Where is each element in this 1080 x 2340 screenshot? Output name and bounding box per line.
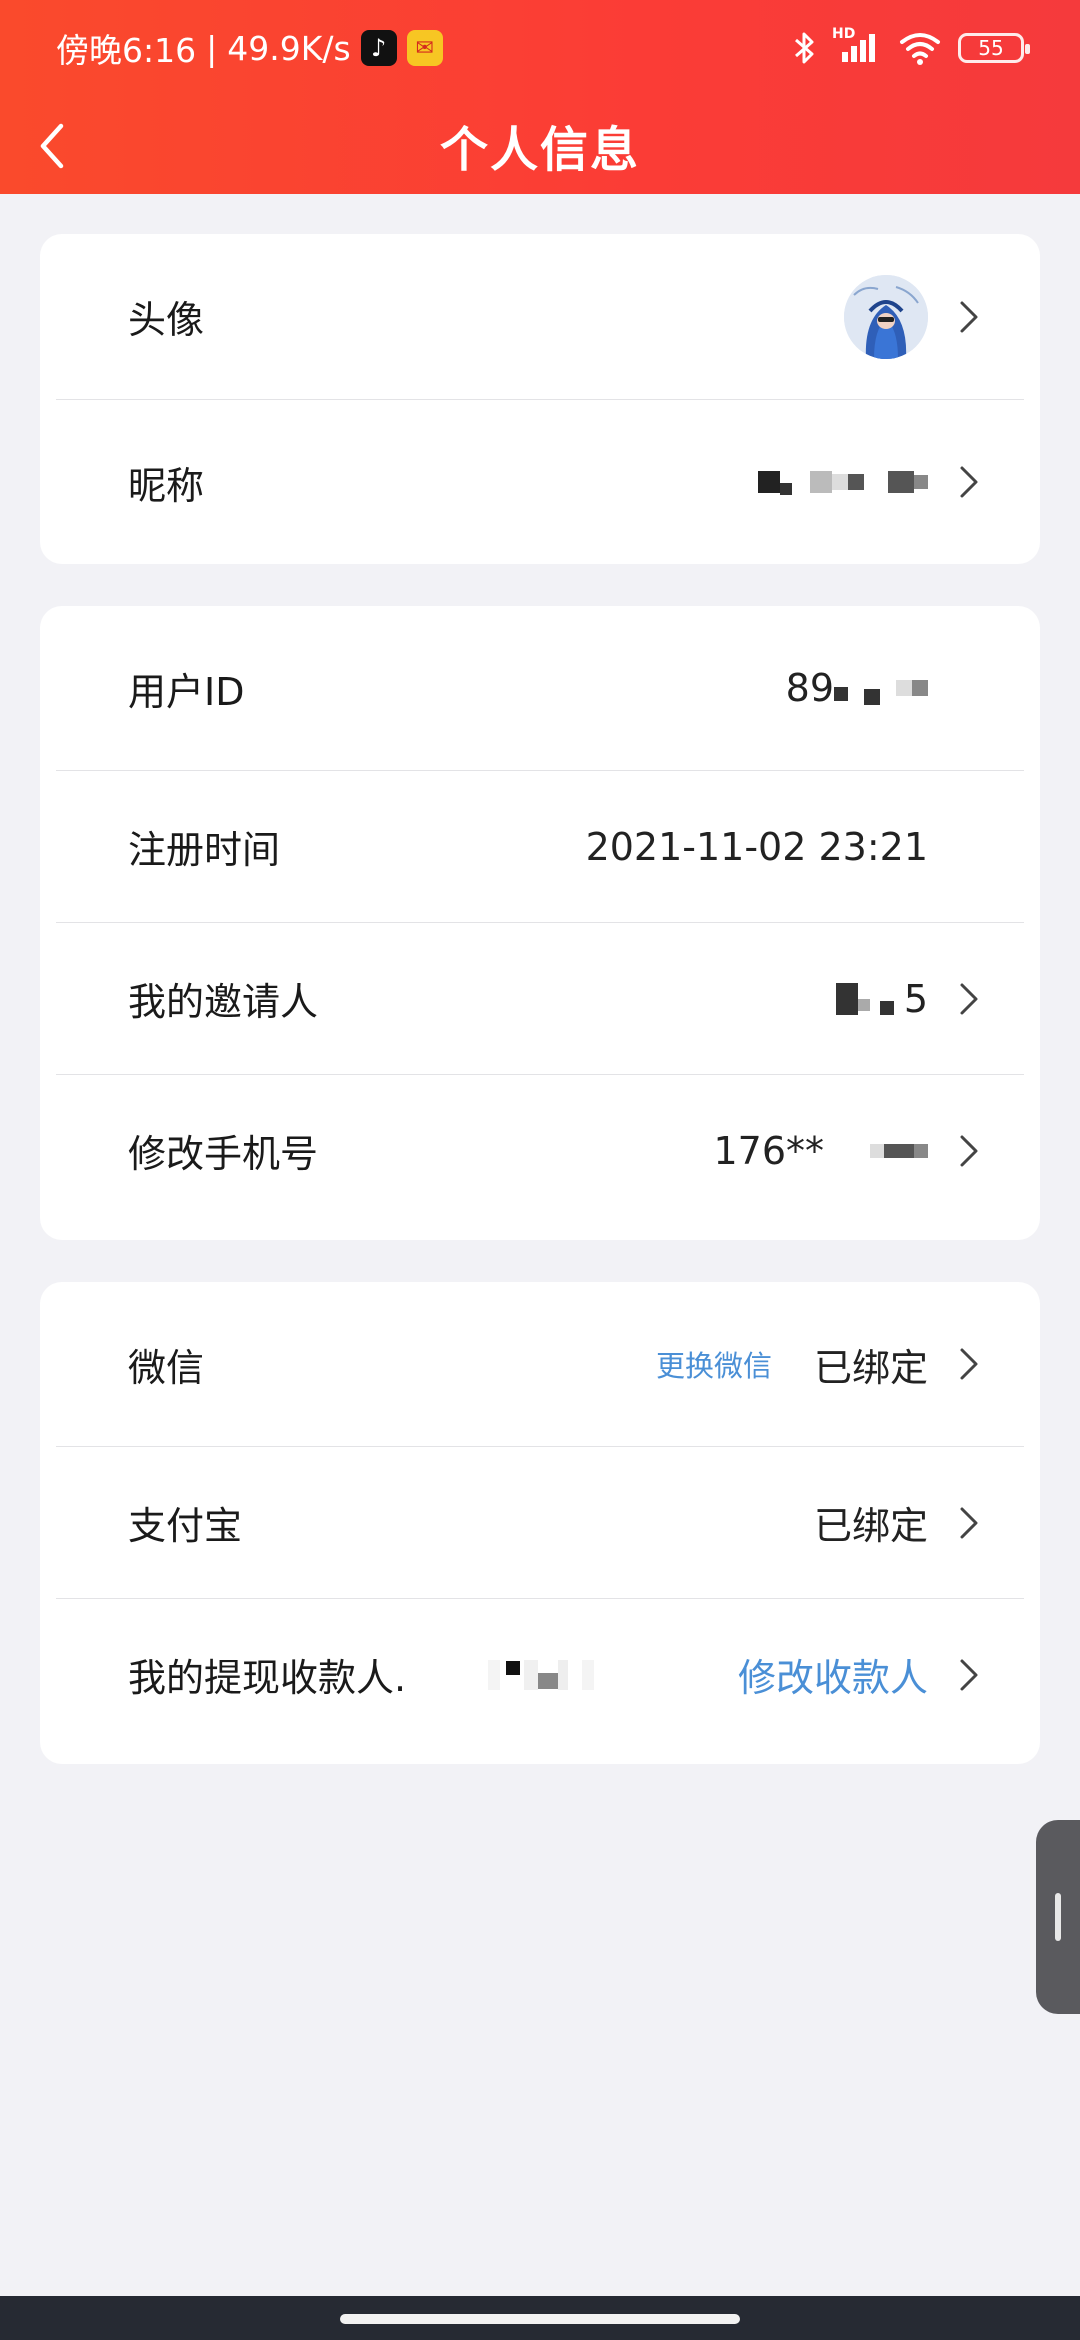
battery-icon: 55 (958, 33, 1030, 63)
back-arrow-icon (40, 123, 64, 169)
status-speed: 49.9K/s (227, 28, 351, 68)
user-id-row: 用户ID 89 (56, 606, 1024, 770)
status-right: HD 55 (792, 26, 1030, 66)
inviter-label: 我的邀请人 (128, 980, 319, 1024)
alipay-label: 支付宝 (128, 1504, 243, 1548)
phone-row[interactable]: 修改手机号 176** (56, 1074, 1024, 1226)
page-title: 个人信息 (439, 122, 640, 178)
chevron-right-icon (954, 981, 984, 1017)
payee-label: 我的提现收款人. (128, 1656, 407, 1700)
chevron-right-icon (954, 1657, 984, 1693)
inviter-row[interactable]: 我的邀请人 5 (56, 922, 1024, 1074)
status-separator: | (206, 28, 218, 68)
account-card: 用户ID 89 注册时间 2021-11-02 23:21 我的邀请人 5 修改… (40, 606, 1040, 1240)
chevron-right-icon (954, 299, 984, 335)
payee-row[interactable]: 我的提现收款人. 修改收款人 (56, 1598, 1024, 1750)
edit-payee-link[interactable]: 修改收款人 (738, 1647, 928, 1702)
chevron-right-icon (954, 464, 984, 500)
phone-label: 修改手机号 (128, 1132, 319, 1176)
profile-card: 头像 昵称 (40, 234, 1040, 564)
wechat-label: 微信 (128, 1345, 205, 1390)
chevron-right-icon (954, 1505, 984, 1541)
user-id-value: 89 (786, 666, 928, 710)
signal-icon: HD (832, 26, 882, 66)
inviter-value: 5 (835, 976, 928, 1021)
nickname-redacted (758, 469, 928, 495)
bindings-card: 微信 更换微信 已绑定 支付宝 已绑定 我的提现收款人. 修改收款人 (40, 1282, 1040, 1764)
inviter-text: 5 (903, 976, 928, 1021)
payee-name-redacted (488, 1659, 594, 1690)
status-bar: 傍晚6:16 | 49.9K/s ♪ ✉ HD 55 (0, 0, 1080, 96)
user-id-text: 89 (785, 666, 834, 710)
wechat-row[interactable]: 微信 更换微信 已绑定 (56, 1282, 1024, 1446)
chevron-right-icon (954, 1133, 984, 1169)
system-navigation-bar (0, 2296, 1080, 2340)
wifi-icon (900, 33, 940, 65)
header: 傍晚6:16 | 49.9K/s ♪ ✉ HD 55 个人信息 (0, 0, 1080, 194)
alipay-row[interactable]: 支付宝 已绑定 (56, 1446, 1024, 1598)
tiktok-icon: ♪ (360, 30, 397, 66)
change-wechat-link[interactable]: 更换微信 (656, 1343, 772, 1385)
red-packet-icon: ✉ (406, 30, 443, 66)
avatar (844, 274, 928, 359)
home-indicator[interactable] (340, 2314, 740, 2324)
nickname-row[interactable]: 昵称 (56, 399, 1024, 564)
avatar-row[interactable]: 头像 (56, 234, 1024, 399)
back-button[interactable] (22, 116, 82, 176)
nickname-label: 昵称 (128, 463, 205, 508)
alipay-status: 已绑定 (813, 1504, 928, 1548)
wechat-status: 已绑定 (813, 1345, 928, 1390)
status-time: 傍晚6:16 (56, 31, 197, 70)
avatar-label: 头像 (128, 298, 205, 342)
register-time-row: 注册时间 2021-11-02 23:21 (56, 770, 1024, 922)
bluetooth-icon (795, 32, 814, 64)
chevron-right-icon (954, 1346, 984, 1382)
phone-text: 176** (713, 1128, 824, 1173)
register-time-value: 2021-11-02 23:21 (585, 824, 928, 869)
floating-side-handle[interactable] (1036, 1820, 1080, 2014)
user-id-label: 用户ID (128, 669, 245, 714)
battery-level: 55 (978, 36, 1004, 60)
nav-bar: 个人信息 (0, 96, 1080, 194)
status-left: 傍晚6:16 | 49.9K/s ♪ ✉ (56, 24, 443, 72)
register-time-label: 注册时间 (128, 828, 281, 872)
phone-value: 176** (713, 1129, 928, 1173)
